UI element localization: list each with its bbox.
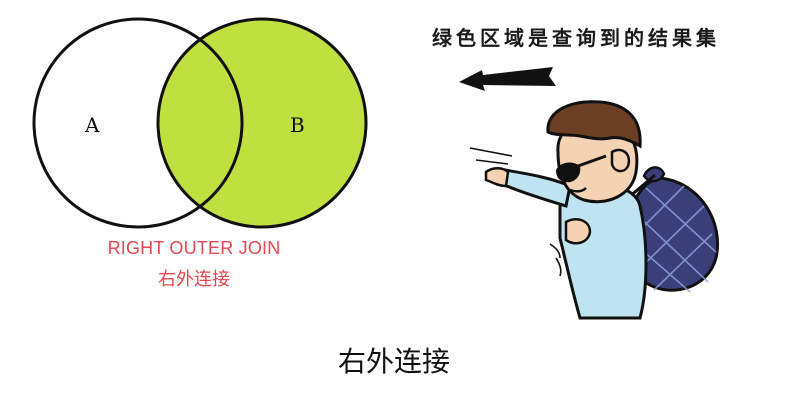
set-b-label: B bbox=[290, 113, 305, 137]
join-name-zh: 右外连接 bbox=[158, 269, 230, 290]
traveler-with-bundle-icon bbox=[469, 100, 719, 320]
join-name-en: RIGHT OUTER JOIN bbox=[107, 238, 281, 258]
left-arrow-icon bbox=[459, 67, 556, 91]
right-join-diagram: A B RIGHT OUTER JOIN 右外连接 绿色区域是查询到的结果集 右… bbox=[0, 0, 788, 410]
page-caption: 右外连接 bbox=[337, 345, 450, 378]
venn-diagram: A B bbox=[32, 17, 368, 229]
set-a-label: A bbox=[84, 113, 100, 137]
result-set-note: 绿色区域是查询到的结果集 bbox=[432, 26, 720, 50]
set-b-circle bbox=[156, 17, 368, 229]
